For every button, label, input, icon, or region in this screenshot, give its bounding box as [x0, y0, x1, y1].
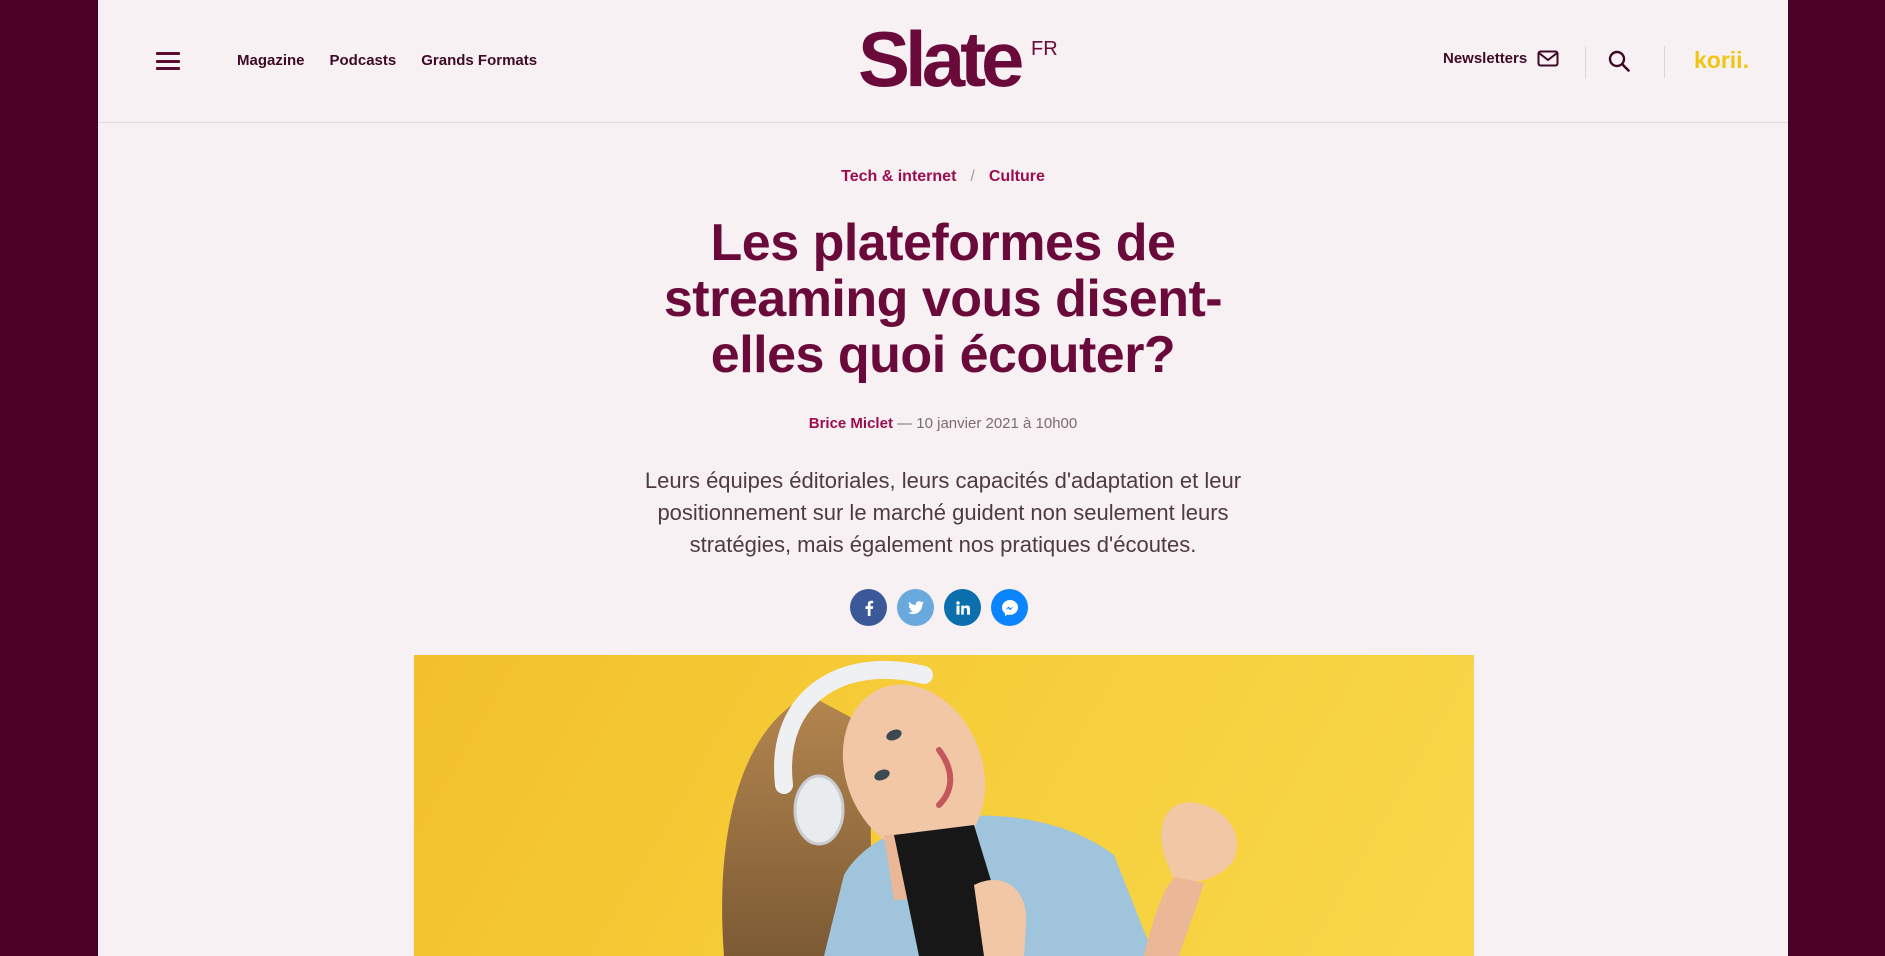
main-nav: Magazine Podcasts Grands Formats [237, 52, 537, 69]
newsletters-label: Newsletters [1443, 50, 1528, 67]
site-header: Magazine Podcasts Grands Formats Slate F… [98, 0, 1788, 123]
messenger-icon [1001, 599, 1018, 616]
hero-photo-illustration [722, 661, 1238, 956]
breadcrumb-culture[interactable]: Culture [989, 168, 1045, 185]
facebook-icon [865, 600, 873, 616]
article-lead: Leurs équipes éditoriales, leurs capacit… [644, 468, 1242, 557]
linkedin-icon [955, 600, 970, 615]
article-title: Les plateformes de streaming vous disent… [663, 214, 1223, 384]
nav-link-magazine[interactable]: Magazine [237, 52, 305, 69]
author-link[interactable]: Brice Miclet [809, 415, 893, 432]
nav-link-grands-formats[interactable]: Grands Formats [421, 52, 537, 69]
page: Magazine Podcasts Grands Formats Slate F… [98, 0, 1788, 956]
byline: Brice Miclet — 10 janvier 2021 à 10h00 [98, 415, 1788, 432]
logo-edition: FR [1031, 38, 1058, 60]
facebook-share-button[interactable] [850, 589, 887, 626]
newsletters-button[interactable]: Newsletters [1443, 50, 1559, 67]
hero-image [414, 655, 1474, 956]
search-button[interactable] [1608, 50, 1630, 77]
twitter-icon [907, 600, 924, 614]
korii-link[interactable]: korii. [1694, 47, 1749, 74]
site-logo[interactable]: Slate [858, 20, 1024, 98]
publish-date: — 10 janvier 2021 à 10h00 [897, 415, 1078, 432]
mail-icon [1537, 50, 1559, 67]
breadcrumb-tech-internet[interactable]: Tech & internet [841, 168, 956, 185]
nav-link-podcasts[interactable]: Podcasts [330, 52, 397, 69]
search-icon [1608, 50, 1630, 72]
divider [1585, 46, 1586, 78]
share-buttons [850, 589, 1028, 626]
linkedin-share-button[interactable] [944, 589, 981, 626]
twitter-share-button[interactable] [897, 589, 934, 626]
menu-icon[interactable] [156, 52, 180, 70]
breadcrumb: Tech & internet / Culture [98, 168, 1788, 186]
breadcrumb-separator: / [970, 168, 975, 185]
messenger-share-button[interactable] [991, 589, 1028, 626]
divider [1664, 46, 1665, 78]
